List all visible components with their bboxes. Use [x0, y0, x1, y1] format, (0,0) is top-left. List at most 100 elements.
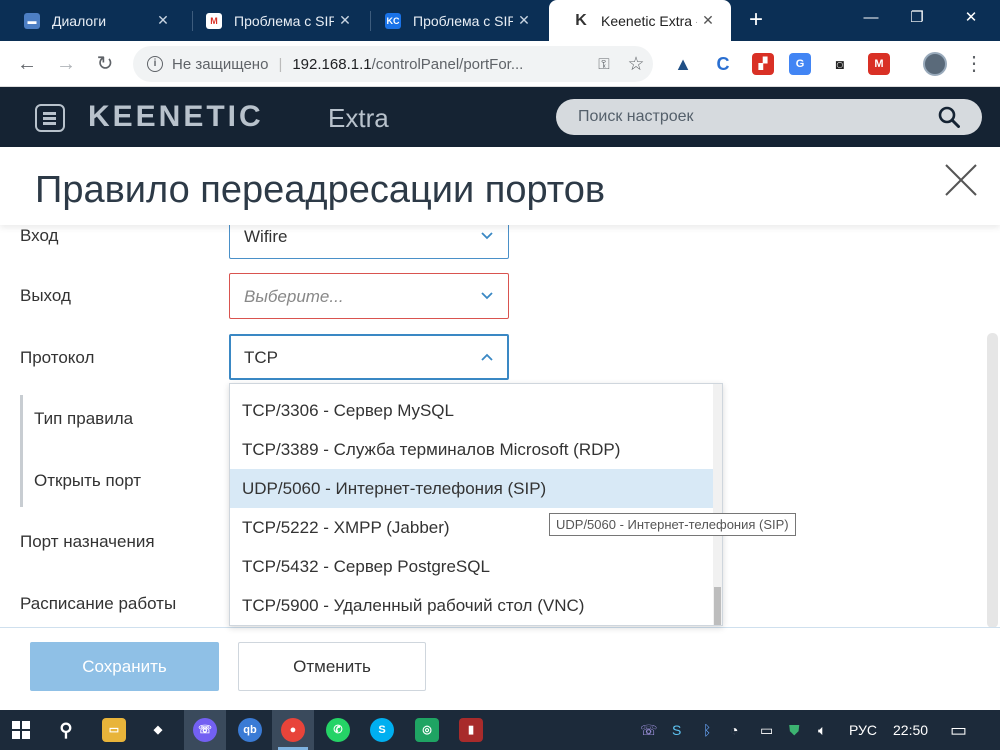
dropdown-scrollbar[interactable] — [713, 384, 722, 625]
dropdown-option-highlighted[interactable]: UDP/5060 - Интернет-телефония (SIP) — [230, 469, 715, 508]
form-footer: Сохранить Отменить — [0, 627, 1000, 707]
close-icon[interactable]: ✕ — [152, 12, 174, 29]
pdf-extension-icon[interactable]: ▞ — [752, 53, 774, 75]
rule-type-label: Тип правила — [34, 409, 134, 428]
dropdown-option[interactable]: TCP/5432 - Сервер PostgreSQL — [230, 547, 715, 586]
browser-menu-icon[interactable]: ⋮ — [964, 50, 984, 78]
browser-tab-dialogs[interactable]: ▬ Диалоги ✕ — [0, 0, 186, 41]
profile-avatar[interactable] — [923, 52, 947, 76]
close-icon[interactable]: ✕ — [697, 12, 719, 29]
tab-title: Проблема с SIP — [234, 12, 334, 29]
windows-taskbar: ⚲ ▭ ◆ ☏ qb ● ✆ S ◎ ▮ ☏ S ᛒ ◔ ▭ ⛊ 🔈︎ РУС … — [0, 710, 1000, 750]
chat-icon: ▬ — [24, 12, 40, 29]
tab-title: Диалоги — [52, 12, 107, 29]
destination-port-label: Порт назначения — [20, 532, 155, 551]
protocol-label: Протокол — [20, 348, 95, 367]
notifications-icon[interactable]: ▭ — [950, 720, 967, 741]
sync-tray-icon[interactable]: ◔ — [730, 722, 738, 738]
input-select[interactable]: Wifire — [229, 225, 509, 259]
kc-icon: KC — [385, 12, 401, 29]
red-app-icon[interactable]: ▮ — [459, 718, 483, 742]
translate-extension-icon[interactable]: G — [789, 53, 811, 75]
windows-start-icon[interactable] — [12, 721, 30, 739]
chevron-down-icon — [481, 292, 493, 300]
browser-tab-keenetic[interactable]: K Keenetic Extra - ✕ — [549, 0, 731, 41]
fox-app-icon[interactable]: ◆ — [146, 718, 170, 742]
model-name: Extra — [328, 103, 389, 133]
skype-tray-icon[interactable]: S — [672, 722, 681, 738]
whatsapp-icon[interactable]: ✆ — [326, 718, 350, 742]
page-scrollbar[interactable] — [987, 333, 998, 628]
green-app-icon[interactable]: ◎ — [415, 718, 439, 742]
option-tooltip: UDP/5060 - Интернет-телефония (SIP) — [549, 513, 796, 536]
language-indicator[interactable]: РУС — [849, 722, 877, 738]
extension-c-icon[interactable]: C — [712, 53, 734, 75]
close-icon[interactable]: ✕ — [513, 12, 535, 29]
volume-icon[interactable]: 🔈︎ — [818, 722, 826, 739]
close-icon[interactable]: ✕ — [334, 12, 356, 29]
output-select-placeholder: Выберите... — [244, 287, 344, 306]
schedule-label: Расписание работы — [20, 594, 177, 613]
bluetooth-icon[interactable]: ᛒ — [703, 722, 711, 738]
url-host: 192.168.1.1 — [292, 55, 372, 73]
search-icon[interactable]: ⚲ — [54, 718, 78, 742]
viber-tray-icon[interactable]: ☏ — [640, 722, 658, 739]
protocol-select[interactable]: TCP — [229, 334, 509, 380]
dropdown-scrollbar-thumb[interactable] — [714, 587, 721, 625]
cancel-button[interactable]: Отменить — [238, 642, 426, 691]
dropdown-option[interactable]: TCP/3389 - Служба терминалов Microsoft (… — [230, 430, 715, 469]
url-text: 192.168.1.1/controlPanel/portFor... — [292, 56, 589, 73]
output-label: Выход — [20, 286, 71, 305]
open-port-label: Открыть порт — [34, 471, 142, 490]
network-icon[interactable]: ▭ — [760, 722, 773, 739]
menu-icon-line — [43, 117, 56, 120]
tab-title: Keenetic Extra - — [601, 12, 697, 29]
info-icon[interactable]: i — [147, 56, 163, 72]
mask-extension-icon[interactable]: ◙ — [829, 53, 851, 75]
browser-toolbar: ← → ↻ i Не защищено | 192.168.1.1/contro… — [0, 41, 1000, 87]
page-title: Правило переадресации портов — [35, 169, 606, 211]
tab-title: Проблема с SIP — [413, 12, 513, 29]
forward-icon[interactable]: → — [52, 50, 80, 78]
keenetic-icon: K — [575, 11, 587, 29]
search-icon[interactable] — [938, 106, 960, 128]
address-bar[interactable]: i Не защищено | 192.168.1.1/controlPanel… — [133, 46, 653, 82]
extension-triangle-icon[interactable]: ▲ — [672, 53, 694, 75]
qbittorrent-icon[interactable]: qb — [238, 718, 262, 742]
skype-icon[interactable]: S — [370, 718, 394, 742]
mail-extension-icon[interactable]: M — [868, 53, 890, 75]
protocol-dropdown-list: TCP/3306 - Сервер MySQL TCP/3389 - Служб… — [229, 383, 723, 626]
bookmark-star-icon[interactable]: ☆ — [619, 53, 653, 76]
dropdown-option[interactable]: TCP/5900 - Удаленный рабочий стол (VNC) — [230, 586, 715, 625]
search-input[interactable] — [578, 99, 918, 135]
gmail-icon: M — [206, 12, 222, 29]
browser-tab-gmail[interactable]: M Проблема с SIP ✕ — [182, 0, 368, 41]
menu-icon[interactable] — [35, 104, 65, 132]
url-path: /controlPanel/portFor... — [371, 55, 524, 73]
key-icon[interactable]: ⚿ — [589, 56, 619, 73]
output-select[interactable]: Выберите... — [229, 273, 509, 319]
chevron-down-icon — [481, 232, 493, 240]
new-tab-button[interactable]: + — [741, 6, 771, 36]
address-separator: | — [278, 55, 283, 73]
protocol-select-value: TCP — [244, 348, 278, 367]
close-icon[interactable] — [943, 162, 979, 198]
brand-logo: KEENETIC — [88, 100, 264, 133]
dropdown-option[interactable]: TCP/3306 - Сервер MySQL — [230, 391, 715, 430]
file-explorer-icon[interactable]: ▭ — [102, 718, 126, 742]
maximize-button[interactable]: ❐ — [894, 0, 940, 36]
page-title-bar: Правило переадресации портов — [0, 147, 1000, 225]
input-label: Вход — [20, 226, 59, 245]
browser-tab-kc[interactable]: KC Проблема с SIP ✕ — [361, 0, 547, 41]
viber-icon[interactable]: ☏ — [193, 718, 217, 742]
reload-icon[interactable]: ↻ — [91, 50, 119, 78]
chrome-icon[interactable]: ● — [281, 718, 305, 742]
shield-icon[interactable]: ⛊ — [789, 722, 800, 739]
browser-tab-strip: ▬ Диалоги ✕ M Проблема с SIP ✕ KC Пробле… — [0, 0, 1000, 41]
back-icon[interactable]: ← — [13, 50, 41, 78]
input-select-value: Wifire — [244, 227, 288, 246]
minimize-button[interactable]: — — [848, 0, 894, 36]
close-window-button[interactable]: ✕ — [948, 0, 994, 36]
save-button[interactable]: Сохранить — [30, 642, 219, 691]
clock[interactable]: 22:50 — [893, 722, 928, 738]
